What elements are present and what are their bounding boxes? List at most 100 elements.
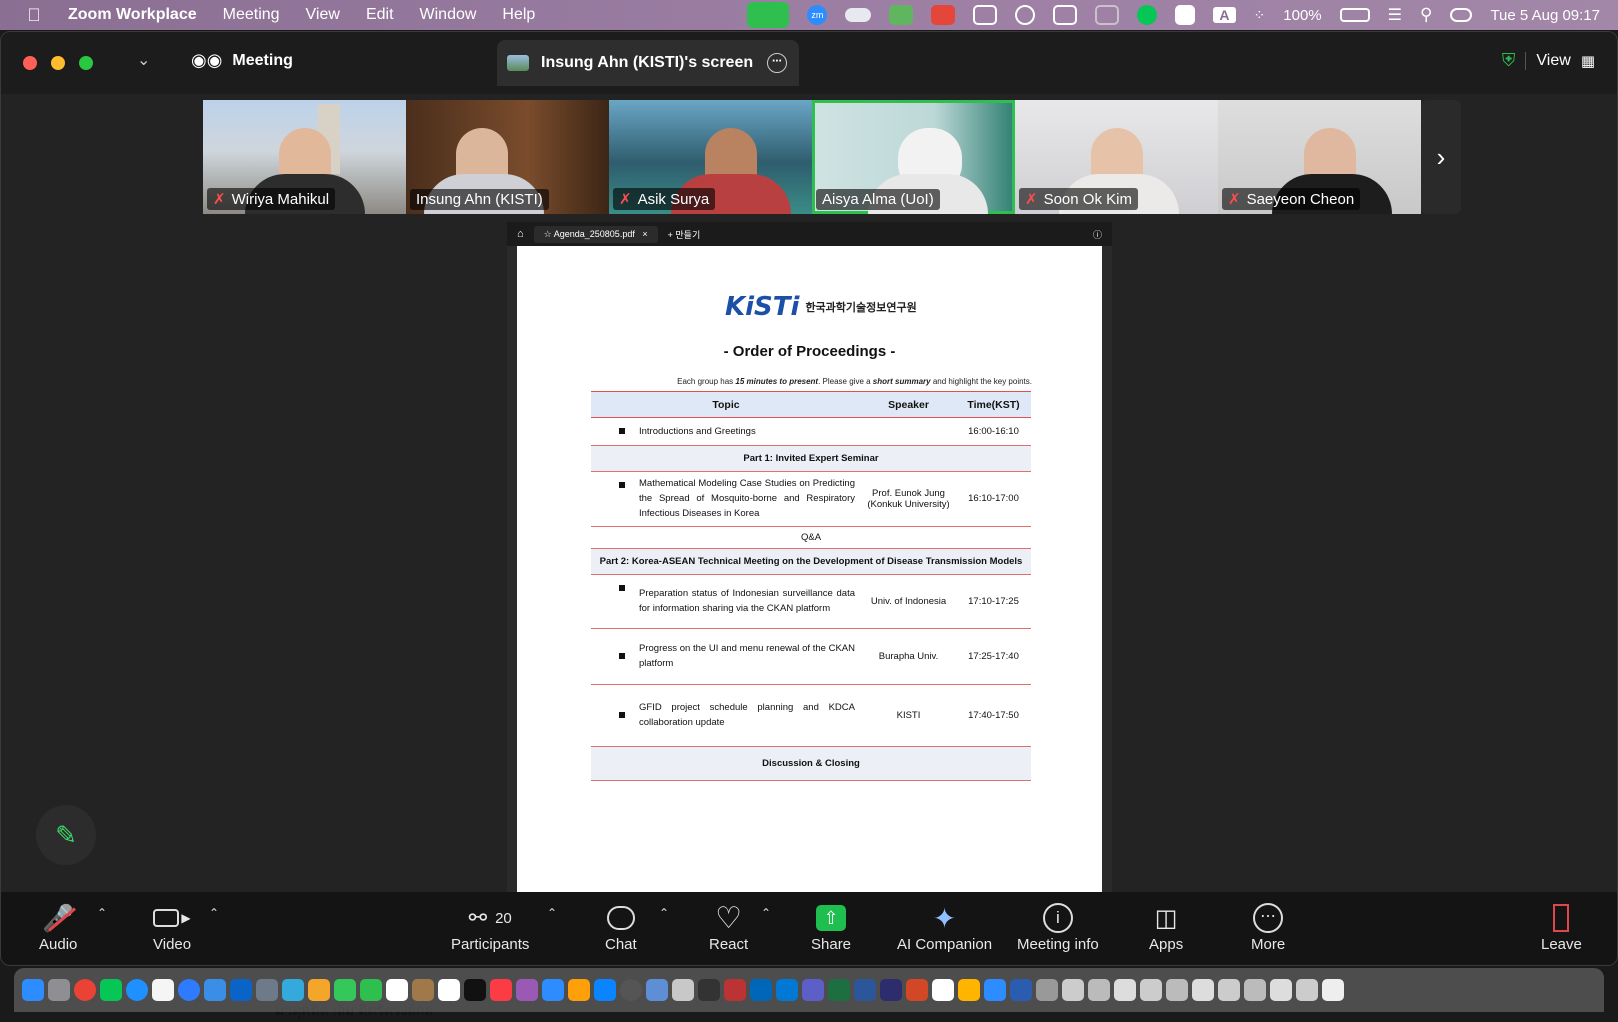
minimized-window-dock-icon[interactable] <box>1140 979 1162 1001</box>
zoom-video-tray-icon[interactable] <box>747 2 790 28</box>
minimized-window-dock-icon[interactable] <box>1166 979 1188 1001</box>
calendar-dock-icon[interactable] <box>386 979 408 1001</box>
meeting-info-button[interactable]: i Meeting info <box>1017 900 1099 953</box>
excel-dock-icon[interactable] <box>828 979 850 1001</box>
facetime-dock-icon[interactable] <box>360 979 382 1001</box>
video-tile[interactable]: ✗ Saeyeon Cheon <box>1218 100 1421 214</box>
wifi-icon[interactable]: ☰ <box>1388 5 1402 25</box>
menu-view[interactable]: View <box>293 6 353 24</box>
minimized-window-dock-icon[interactable] <box>1296 979 1318 1001</box>
participants-options-chevron-icon[interactable]: ⌃ <box>547 906 557 920</box>
finder-dock-icon[interactable] <box>22 979 44 1001</box>
window-tray-icon[interactable] <box>1095 5 1120 25</box>
photos-dock-icon[interactable] <box>308 979 330 1001</box>
calculator-dock-icon[interactable] <box>698 979 720 1001</box>
menu-window[interactable]: Window <box>407 6 490 24</box>
video-tile[interactable]: Insung Ahn (KISTI) <box>406 100 609 214</box>
pages-dock-icon[interactable] <box>568 979 590 1001</box>
react-options-chevron-icon[interactable]: ⌃ <box>761 906 771 920</box>
powerpoint-dock-icon[interactable] <box>906 979 928 1001</box>
dictionary-dock-icon[interactable] <box>724 979 746 1001</box>
vscode-dock-icon[interactable] <box>750 979 772 1001</box>
tab-shared-screen[interactable]: Insung Ahn (KISTI)'s screen ⋯ <box>497 40 799 86</box>
outlook-dock-icon[interactable] <box>230 979 252 1001</box>
minimize-window-button[interactable] <box>51 56 65 70</box>
podcasts-dock-icon[interactable] <box>516 979 538 1001</box>
slack-dock-icon[interactable] <box>958 979 980 1001</box>
music-dock-icon[interactable] <box>490 979 512 1001</box>
audio-button[interactable]: 🎤 Audio <box>39 900 77 954</box>
participants-button[interactable]: ⚯ 20 Participants <box>451 900 529 953</box>
keynote-dock-icon[interactable] <box>542 979 564 1001</box>
spotlight-search-icon[interactable]: ⚲ <box>1420 5 1432 25</box>
tab-meeting[interactable]: ◉◉ Meeting <box>191 50 293 71</box>
home-icon[interactable]: ⌂ <box>517 228 524 240</box>
control-center-icon[interactable] <box>1450 8 1473 22</box>
more-options-icon[interactable]: ⋯ <box>767 53 787 73</box>
launchpad-dock-icon[interactable] <box>48 979 70 1001</box>
chevron-down-icon[interactable]: ⌄ <box>137 50 150 70</box>
line-dock-icon[interactable] <box>100 979 122 1001</box>
teams-tray-icon[interactable] <box>1015 5 1036 25</box>
close-window-button[interactable] <box>23 56 37 70</box>
input-source-badge[interactable]: A <box>1213 7 1236 23</box>
app-tray-icon[interactable] <box>931 5 956 25</box>
word-dock-icon[interactable] <box>854 979 876 1001</box>
reminders-dock-icon[interactable] <box>438 979 460 1001</box>
minimized-window-dock-icon[interactable] <box>1062 979 1084 1001</box>
help-icon[interactable]: ⓘ <box>1093 228 1102 241</box>
app-dock-icon[interactable] <box>880 979 902 1001</box>
messenger-dock-icon[interactable] <box>178 979 200 1001</box>
contacts-dock-icon[interactable] <box>412 979 434 1001</box>
minimized-window-dock-icon[interactable] <box>1244 979 1266 1001</box>
zoom-dock-icon[interactable] <box>984 979 1006 1001</box>
apps-button[interactable]: ◫ Apps <box>1149 900 1183 954</box>
screen-share-tray-icon[interactable] <box>889 5 914 25</box>
next-page-chevron-icon[interactable]: › <box>1421 100 1461 214</box>
notes-dock-icon[interactable] <box>152 979 174 1001</box>
leave-button[interactable]: Leave <box>1541 900 1582 953</box>
chat-options-chevron-icon[interactable]: ⌃ <box>659 906 669 920</box>
battery-icon[interactable] <box>1339 8 1370 22</box>
font-book-dock-icon[interactable] <box>672 979 694 1001</box>
minimized-window-dock-icon[interactable] <box>1270 979 1292 1001</box>
annotate-pencil-button[interactable]: ✎ <box>36 805 96 865</box>
video-tile[interactable]: ✗ Soon Ok Kim <box>1015 100 1218 214</box>
tv-dock-icon[interactable] <box>464 979 486 1001</box>
maximize-window-button[interactable] <box>79 56 93 70</box>
maps-dock-icon[interactable] <box>282 979 304 1001</box>
video-tile-active-speaker[interactable]: Aisya Alma (UoI) <box>812 100 1015 214</box>
safari-dock-icon[interactable] <box>126 979 148 1001</box>
chat-button[interactable]: Chat <box>605 900 637 953</box>
outlook-tray-icon[interactable] <box>973 5 998 25</box>
close-tab-icon[interactable]: × <box>642 229 647 239</box>
app-store-dock-icon[interactable] <box>594 979 616 1001</box>
line-tray-icon[interactable] <box>1137 5 1158 25</box>
messages-dock-icon[interactable] <box>334 979 356 1001</box>
minimized-window-dock-icon[interactable] <box>1192 979 1214 1001</box>
teams-dock-icon[interactable] <box>802 979 824 1001</box>
menubar-clock[interactable]: Tue 5 Aug 09:17 <box>1490 7 1600 24</box>
app-dock-icon[interactable] <box>1036 979 1058 1001</box>
menu-help[interactable]: Help <box>489 6 548 24</box>
ai-companion-button[interactable]: ✦ AI Companion <box>897 900 992 954</box>
view-button[interactable]: ⛨ View ▦ <box>1502 50 1595 71</box>
audio-options-chevron-icon[interactable]: ⌃ <box>97 906 107 920</box>
remote-desktop-dock-icon[interactable] <box>776 979 798 1001</box>
chrome-dock-icon[interactable] <box>74 979 96 1001</box>
new-tab-button[interactable]: + 만들기 <box>668 228 701 241</box>
minimized-window-dock-icon[interactable] <box>1218 979 1240 1001</box>
minimized-window-dock-icon[interactable] <box>1088 979 1110 1001</box>
mail-dock-icon[interactable] <box>204 979 226 1001</box>
react-button[interactable]: ♡ React <box>709 900 748 954</box>
app-dock-icon[interactable] <box>1010 979 1032 1001</box>
settings-dock-icon[interactable] <box>620 979 642 1001</box>
video-options-chevron-icon[interactable]: ⌃ <box>209 906 219 920</box>
pdf-tab[interactable]: ☆ Agenda_250805.pdf × <box>533 225 658 243</box>
trash-dock-icon[interactable] <box>1322 979 1344 1001</box>
zoom-tray-icon[interactable]: zm <box>807 5 828 25</box>
menu-meeting[interactable]: Meeting <box>210 6 293 24</box>
cloud-icon[interactable] <box>845 8 872 22</box>
app-dock-icon[interactable] <box>256 979 278 1001</box>
video-tile[interactable]: ✗ Wiriya Mahikul <box>203 100 406 214</box>
